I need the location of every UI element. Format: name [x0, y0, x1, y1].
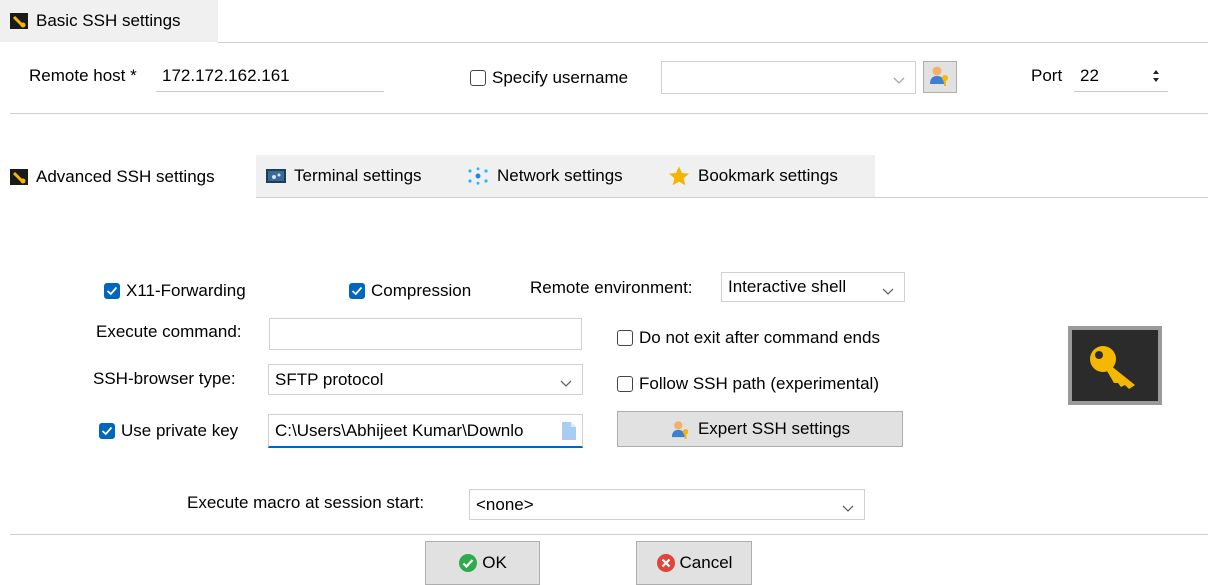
tab-label: Basic SSH settings — [36, 11, 181, 30]
network-icon — [467, 167, 489, 185]
private-key-path-value: C:\Users\Abhijeet Kumar\Downlo — [275, 420, 524, 440]
cancel-label: Cancel — [679, 553, 733, 572]
cancel-button[interactable]: Cancel — [636, 541, 752, 585]
ssh-browser-type-label: SSH-browser type: — [93, 369, 236, 388]
chevron-down-icon — [882, 281, 894, 301]
ssh-key-image — [1068, 326, 1162, 405]
tab-terminal-settings[interactable]: Terminal settings — [256, 155, 457, 197]
chevron-down-icon — [842, 498, 854, 518]
specify-username-checkbox[interactable]: Specify username — [470, 68, 628, 88]
footer-divider — [10, 534, 1208, 535]
cancel-x-icon — [656, 553, 676, 573]
ok-label: OK — [482, 553, 507, 572]
port-label: Port — [1031, 66, 1063, 85]
username-select[interactable] — [661, 61, 916, 94]
checkbox-box — [617, 376, 633, 392]
use-private-key-label: Use private key — [121, 421, 239, 440]
private-key-path-input[interactable]: C:\Users\Abhijeet Kumar\Downlo — [268, 414, 583, 448]
section-divider — [10, 113, 1208, 114]
compression-label: Compression — [371, 281, 472, 300]
port-value: 22 — [1080, 65, 1099, 85]
execute-command-label: Execute command: — [96, 322, 242, 341]
execute-macro-select[interactable]: <none> — [469, 489, 865, 520]
checkbox-box — [617, 330, 633, 346]
remote-host-label: Remote host * — [29, 66, 137, 85]
user-key-icon — [929, 64, 951, 91]
chevron-down-icon — [560, 373, 572, 393]
checkbox-box — [104, 283, 120, 299]
port-spinner[interactable]: 22 — [1074, 60, 1168, 92]
tab-label: Advanced SSH settings — [36, 166, 215, 186]
ok-button[interactable]: OK — [425, 541, 540, 585]
chevron-down-icon — [893, 70, 905, 90]
remote-host-input[interactable]: 172.172.162.161 — [156, 60, 384, 92]
user-key-icon — [670, 419, 692, 439]
execute-macro-label: Execute macro at session start: — [187, 493, 425, 512]
spinner-arrows-icon[interactable] — [1152, 68, 1160, 89]
remote-environment-label: Remote environment: — [530, 278, 693, 297]
expert-ssh-settings-label: Expert SSH settings — [697, 419, 851, 438]
remote-environment-select[interactable]: Interactive shell — [721, 272, 905, 302]
specify-username-label: Specify username — [492, 68, 629, 87]
tab-divider — [256, 197, 1208, 198]
remote-host-value: 172.172.162.161 — [162, 65, 290, 85]
checkbox-box — [470, 70, 486, 86]
tab-basic-ssh-settings[interactable]: Basic SSH settings — [0, 0, 218, 42]
do-not-exit-label: Do not exit after command ends — [639, 328, 880, 347]
tab-label: Terminal settings — [294, 166, 422, 185]
star-icon — [668, 166, 690, 186]
tab-divider — [218, 42, 1208, 43]
wrench-icon — [10, 13, 28, 29]
ok-check-icon — [458, 553, 478, 573]
wrench-icon — [10, 168, 28, 185]
terminal-icon — [266, 168, 286, 184]
execute-macro-value: <none> — [476, 494, 534, 514]
file-browse-icon[interactable] — [562, 422, 576, 445]
x11-forwarding-checkbox[interactable]: X11-Forwarding — [104, 281, 246, 301]
tab-label: Bookmark settings — [698, 166, 838, 185]
compression-checkbox[interactable]: Compression — [349, 281, 471, 301]
use-private-key-checkbox[interactable]: Use private key — [99, 421, 238, 441]
do-not-exit-checkbox[interactable]: Do not exit after command ends — [617, 328, 880, 348]
key-icon — [1072, 330, 1158, 401]
ssh-browser-type-value: SFTP protocol — [275, 369, 384, 389]
tab-bookmark-settings[interactable]: Bookmark settings — [658, 155, 875, 197]
expert-ssh-settings-button[interactable]: Expert SSH settings — [617, 411, 903, 447]
ssh-browser-type-select[interactable]: SFTP protocol — [268, 364, 583, 395]
execute-command-input[interactable] — [269, 318, 582, 350]
remote-environment-value: Interactive shell — [728, 277, 847, 296]
tab-label: Network settings — [497, 166, 623, 185]
tab-advanced-ssh-settings[interactable]: Advanced SSH settings — [0, 155, 256, 198]
tab-network-settings[interactable]: Network settings — [457, 155, 658, 197]
user-key-button[interactable] — [923, 61, 957, 93]
follow-ssh-path-checkbox[interactable]: Follow SSH path (experimental) — [617, 374, 879, 394]
checkbox-box — [99, 423, 115, 439]
follow-ssh-path-label: Follow SSH path (experimental) — [639, 374, 879, 393]
x11-forwarding-label: X11-Forwarding — [126, 281, 246, 300]
checkbox-box — [349, 283, 365, 299]
